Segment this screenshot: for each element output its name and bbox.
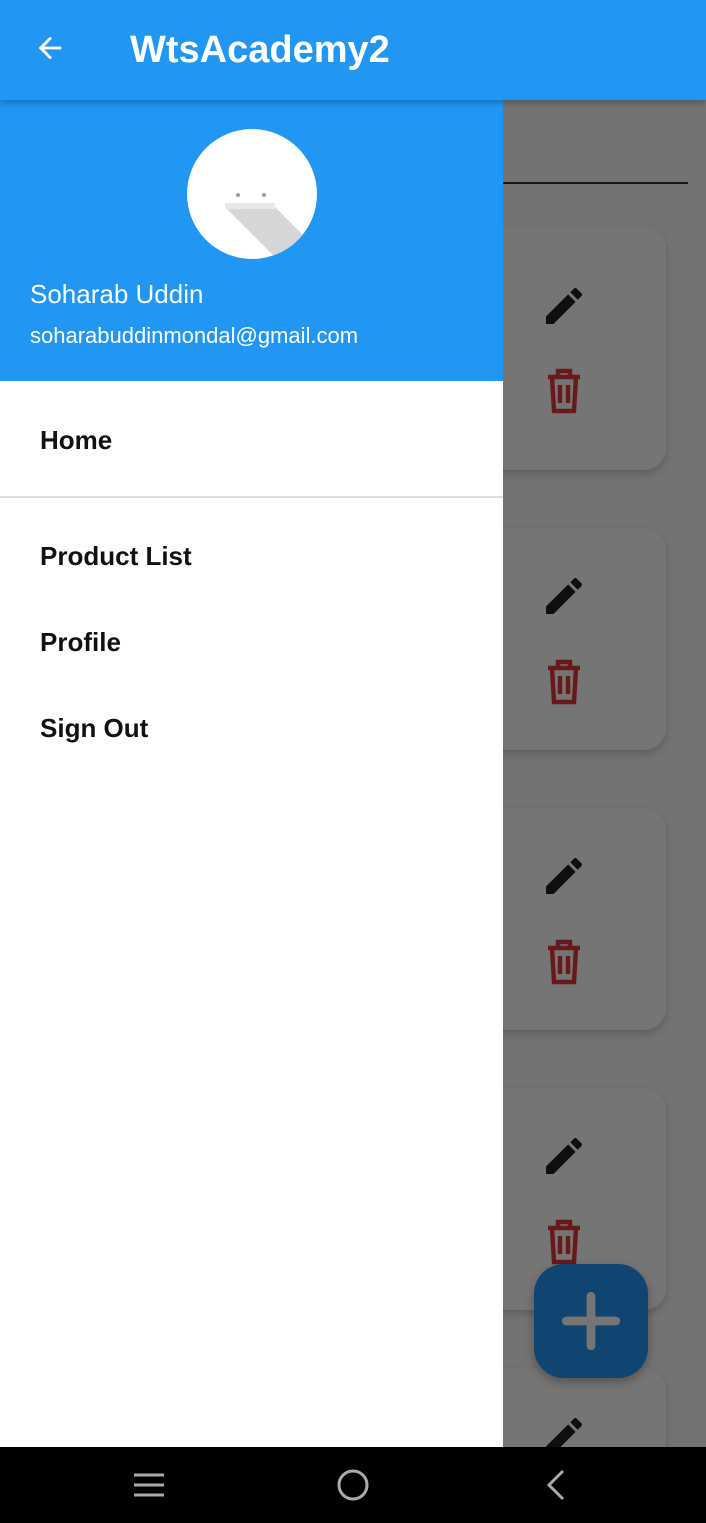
drawer-item-label: Profile [40, 626, 121, 657]
drawer-divider [0, 496, 503, 498]
back-icon[interactable] [536, 1465, 576, 1505]
user-email: soharabuddinmondal@gmail.com [30, 323, 359, 348]
home-icon[interactable] [333, 1465, 373, 1505]
drawer-item-label: Sign Out [40, 712, 149, 743]
app-title: WtsAcademy2 [130, 29, 390, 71]
drawer-item-home[interactable]: Home [0, 400, 503, 480]
drawer-header: Soharab Uddin soharabuddinmondal@gmail.c… [0, 100, 503, 381]
avatar-placeholder-icon [225, 193, 317, 259]
drawer-item-label: Home [40, 424, 113, 455]
drawer-item-sign-out[interactable]: Sign Out [0, 688, 503, 768]
drawer-item-product-list[interactable]: Product List [0, 516, 503, 596]
user-name: Soharab Uddin [30, 279, 204, 309]
drawer-item-profile[interactable]: Profile [0, 602, 503, 682]
back-arrow-icon[interactable] [28, 26, 72, 70]
system-nav-bar [0, 1447, 706, 1523]
avatar [187, 129, 317, 259]
recents-icon[interactable] [129, 1465, 169, 1505]
navigation-drawer: Soharab Uddin soharabuddinmondal@gmail.c… [0, 100, 503, 1447]
drawer-item-label: Product List [40, 540, 192, 571]
app-bar: WtsAcademy2 [0, 0, 706, 100]
